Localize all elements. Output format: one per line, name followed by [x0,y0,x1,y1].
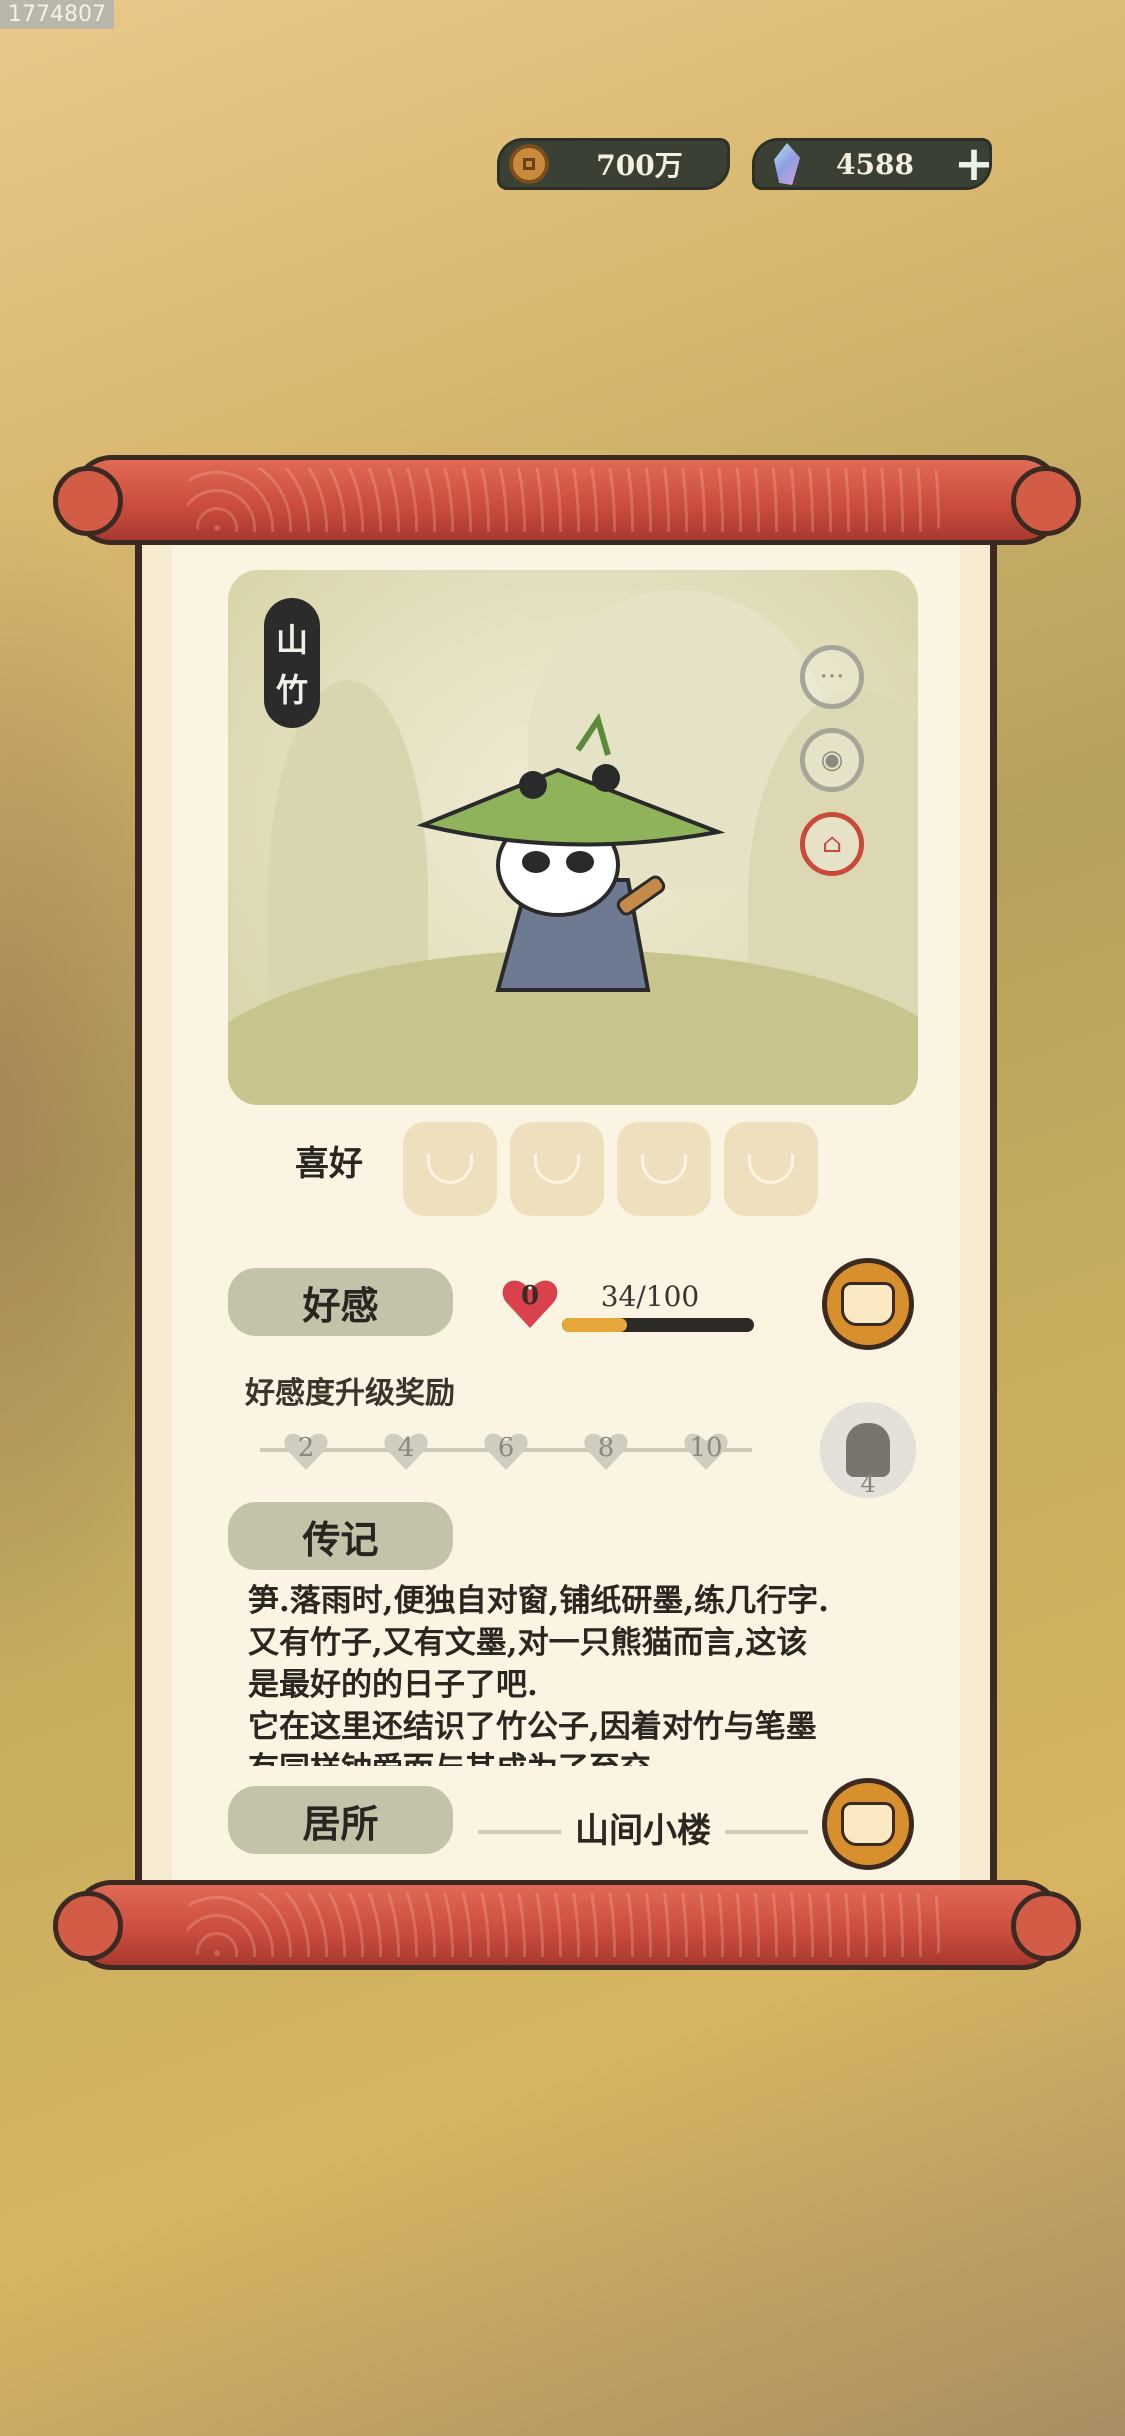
bio-line: 它在这里还结识了竹公子,因着对竹与笔墨 [248,1709,817,1745]
roller-cap-right [1011,466,1081,536]
residence-section-title: 居所 [228,1786,453,1854]
cloud-pattern [187,468,947,532]
gem-balance[interactable]: 4588 + [752,138,994,190]
favor-level: 0 [520,1281,540,1311]
roller-cap-left [53,466,123,536]
hobby-slot-3[interactable] [617,1122,711,1216]
screenshot-id: 1774807 [0,0,114,29]
bio-line: 又有竹子,又有文墨,对一只熊猫而言,这该 [248,1625,808,1661]
pavilion-icon [841,1802,895,1846]
residence-name-text: 山间小楼 [561,1811,725,1851]
copper-coin-icon [509,144,549,184]
scroll-top-roller [53,455,1081,545]
reward-level-10: 10 [689,1433,723,1463]
gift-bundle-icon [841,1282,895,1326]
bowl-icon [748,1154,794,1184]
biography-section-title: 传记 [228,1502,453,1570]
reward-level-4: 4 [397,1433,415,1463]
character-name-tag: 山 竹 [264,598,320,728]
name-char-2: 竹 [275,671,308,709]
coin-amount: 700万 [596,149,683,182]
scroll-bottom-roller [53,1880,1081,1970]
residence-button[interactable] [822,1778,914,1870]
hobby-slot-4[interactable] [724,1122,818,1216]
bowl-icon [641,1154,687,1184]
bowl-icon [534,1154,580,1184]
bamboo-hat [416,712,726,847]
favor-progress-bar [562,1318,754,1332]
bio-line: 笋.落雨时,便独自对窗,铺纸研墨,练几行字. [248,1583,829,1619]
gem-amount: 4588 [836,147,914,181]
reward-figure-icon [846,1423,890,1477]
house-icon: ⌂ [822,829,842,859]
hobby-slot-2[interactable] [510,1122,604,1216]
gift-button[interactable]: ◉ [800,728,864,792]
gift-drum-icon: ◉ [820,745,844,775]
bio-line: 是最好的的日子了吧. [248,1667,538,1703]
add-gems-button[interactable]: + [950,140,998,188]
reward-level-6: 6 [497,1433,515,1463]
gift-bundle-button[interactable] [822,1258,914,1350]
hobby-slot-1[interactable] [403,1122,497,1216]
residence-name: 山间小楼 [478,1803,808,1852]
jade-gem-icon [774,143,800,185]
favor-progress-fill [562,1318,628,1332]
reward-count: 4 [860,1470,876,1498]
roller-cap-left [53,1891,123,1961]
coin-balance[interactable]: 700万 [497,138,730,190]
name-char-1: 山 [275,621,308,659]
reward-level-2: 2 [297,1433,315,1463]
home-button[interactable]: ⌂ [800,812,864,876]
bio-line: 有同样钟爱而与其成为了至交 [248,1748,918,1766]
cloud-pattern [187,1893,947,1957]
chat-icon: ··· [819,662,845,692]
bowl-icon [427,1154,473,1184]
chat-button[interactable]: ··· [800,645,864,709]
favor-progress-text: 34/100 [600,1280,700,1313]
hobby-label: 喜好 [295,1144,363,1184]
biography-text[interactable]: 笋.落雨时,便独自对窗,铺纸研墨,练几行字. 又有竹子,又有文墨,对一只熊猫而言… [248,1580,918,1766]
favor-reward-title: 好感度升级奖励 [245,1376,455,1411]
reward-level-8: 8 [597,1433,615,1463]
roller-cap-right [1011,1891,1081,1961]
favor-section-title: 好感 [228,1268,453,1336]
